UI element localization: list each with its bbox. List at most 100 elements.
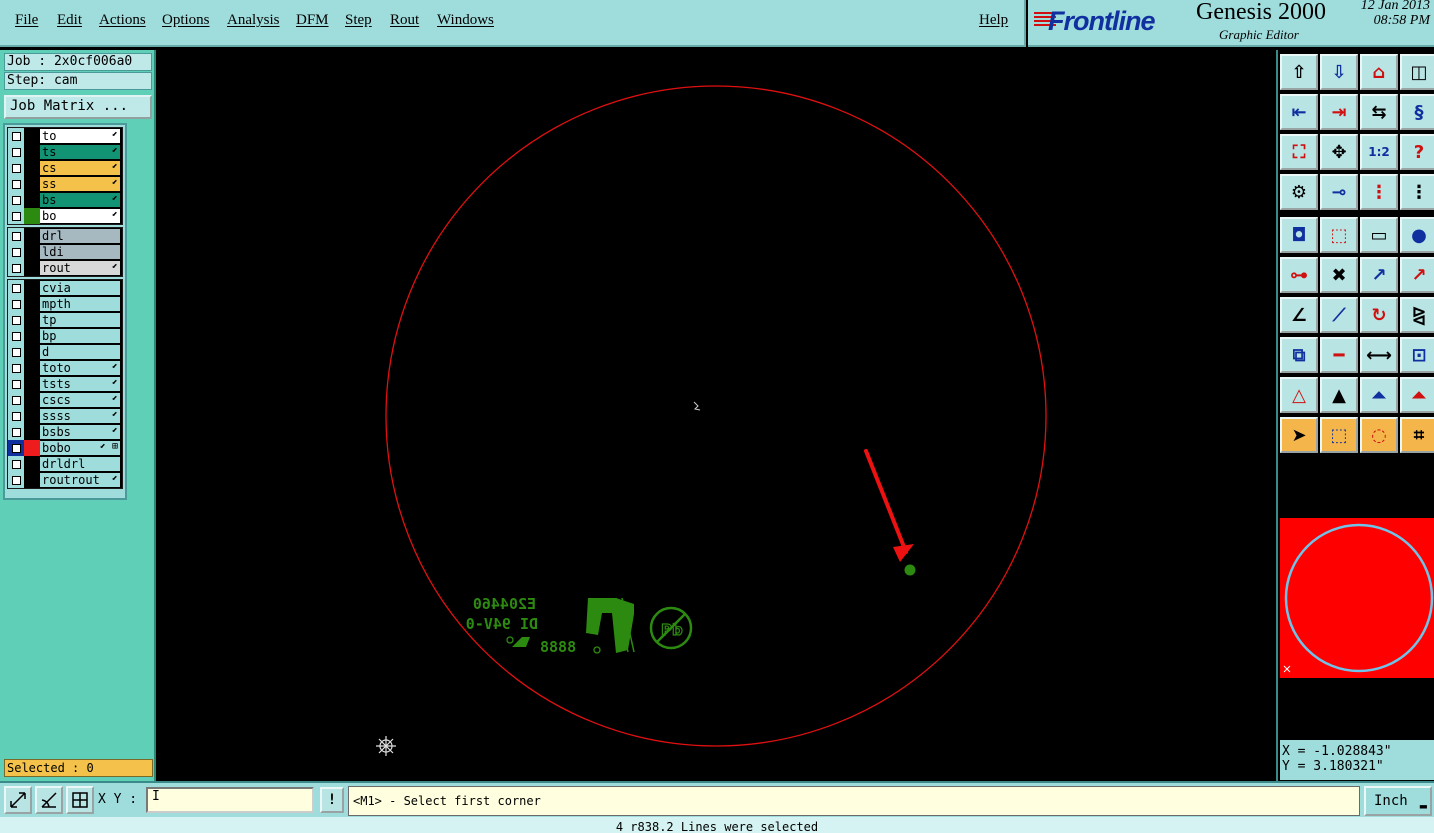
- layer-checkbox[interactable]: [8, 312, 24, 328]
- move-segment-icon[interactable]: ↗: [1400, 257, 1434, 293]
- menu-edit[interactable]: Edit: [57, 12, 82, 29]
- zoom-diagonal-icon[interactable]: [4, 786, 32, 814]
- delete-icon[interactable]: ✖: [1320, 257, 1358, 293]
- settings-icon[interactable]: ⚙: [1280, 174, 1318, 210]
- layer-color-swatch[interactable]: [24, 260, 40, 276]
- layer-color-swatch[interactable]: [24, 472, 40, 488]
- layer-color-swatch[interactable]: [24, 360, 40, 376]
- pan-left-icon[interactable]: ⇤: [1280, 94, 1318, 130]
- menu-windows[interactable]: Windows: [437, 12, 494, 29]
- layer-row-mpth[interactable]: mpth: [8, 296, 122, 312]
- layer-color-swatch[interactable]: [24, 392, 40, 408]
- layer-row-tsts[interactable]: tsts ⬋: [8, 376, 122, 392]
- rotate-icon[interactable]: ↻: [1360, 297, 1398, 333]
- layer-row-to[interactable]: to ⬋: [8, 128, 122, 144]
- graphic-canvas[interactable]: E204460 DI 94V-0 8888 Pb: [156, 50, 1276, 781]
- layer-row-cvia[interactable]: cvia: [8, 280, 122, 296]
- menu-rout[interactable]: Rout: [390, 12, 419, 29]
- arc-up-icon[interactable]: ▲: [1320, 377, 1358, 413]
- menu-options[interactable]: Options: [162, 12, 210, 29]
- layer-checkbox[interactable]: [8, 228, 24, 244]
- split-view-icon[interactable]: ◫: [1400, 54, 1434, 90]
- job-matrix-button[interactable]: Job Matrix ...: [4, 95, 152, 119]
- ratio-icon[interactable]: 1:2: [1360, 134, 1398, 170]
- layer-checkbox[interactable]: [8, 424, 24, 440]
- slope-icon[interactable]: ⟋: [1320, 297, 1358, 333]
- layer-color-swatch[interactable]: [24, 296, 40, 312]
- select-box-icon[interactable]: ⬚: [1320, 417, 1358, 453]
- layer-row-bs[interactable]: bs ⬋: [8, 192, 122, 208]
- menu-step[interactable]: Step: [345, 12, 372, 29]
- layer-color-swatch[interactable]: [24, 408, 40, 424]
- save-view-icon[interactable]: ⇩: [1320, 54, 1358, 90]
- layer-checkbox[interactable]: [8, 376, 24, 392]
- menu-help[interactable]: Help: [979, 12, 1008, 29]
- layer-color-swatch[interactable]: [24, 328, 40, 344]
- layer-color-swatch[interactable]: [24, 144, 40, 160]
- layer-checkbox[interactable]: [8, 208, 24, 224]
- layer-row-ldi[interactable]: ldi: [8, 244, 122, 260]
- copy-icon[interactable]: ⧉: [1280, 337, 1318, 373]
- layer-row-d[interactable]: d: [8, 344, 122, 360]
- layer-row-drldrl[interactable]: drldrl: [8, 456, 122, 472]
- draw-pad-icon[interactable]: ◘: [1280, 217, 1318, 253]
- group-icon[interactable]: ⊡: [1400, 337, 1434, 373]
- layer-row-bp[interactable]: bp: [8, 328, 122, 344]
- layer-color-swatch[interactable]: [24, 280, 40, 296]
- layer-checkbox[interactable]: [8, 280, 24, 296]
- ruler-icon[interactable]: ▭: [1360, 217, 1398, 253]
- layer-row-cscs[interactable]: cscs ⬋: [8, 392, 122, 408]
- layer-color-swatch[interactable]: [24, 128, 40, 144]
- layer-color-swatch[interactable]: [24, 244, 40, 260]
- layer-color-swatch[interactable]: [24, 208, 40, 224]
- angle-icon[interactable]: ∠: [1280, 297, 1318, 333]
- layer-row-ts[interactable]: ts ⬋: [8, 144, 122, 160]
- layer-checkbox[interactable]: [8, 328, 24, 344]
- via-pad[interactable]: [904, 564, 916, 576]
- break-icon[interactable]: ━: [1320, 337, 1358, 373]
- menu-file[interactable]: File: [15, 12, 38, 29]
- layer-row-ssss[interactable]: ssss ⬋: [8, 408, 122, 424]
- layer-checkbox[interactable]: [8, 344, 24, 360]
- layer-checkbox[interactable]: [8, 472, 24, 488]
- layer-checkbox[interactable]: [8, 392, 24, 408]
- layer-row-drl[interactable]: drl: [8, 228, 122, 244]
- home-view-icon[interactable]: ⌂: [1360, 54, 1398, 90]
- angle-snap-icon[interactable]: [35, 786, 63, 814]
- resize-icon[interactable]: ⟷: [1360, 337, 1398, 373]
- layer-checkbox[interactable]: [8, 244, 24, 260]
- zoom-area-icon[interactable]: ✥: [1320, 134, 1358, 170]
- layer-row-bobo[interactable]: bobo ⬋ ⊞: [8, 440, 122, 456]
- layer-checkbox[interactable]: [8, 296, 24, 312]
- layer-row-toto[interactable]: toto ⬋: [8, 360, 122, 376]
- layer-checkbox[interactable]: [8, 456, 24, 472]
- menu-analysis[interactable]: Analysis: [227, 12, 280, 29]
- layer-checkbox[interactable]: [8, 176, 24, 192]
- snap-icon[interactable]: §: [1400, 94, 1434, 130]
- select-round-icon[interactable]: ◌: [1360, 417, 1398, 453]
- layer-color-swatch[interactable]: [24, 192, 40, 208]
- arc-fill-icon[interactable]: ⏶: [1400, 377, 1434, 413]
- layer-color-swatch[interactable]: [24, 424, 40, 440]
- select-icon[interactable]: ➤: [1280, 417, 1318, 453]
- layer-color-swatch[interactable]: [24, 440, 40, 456]
- help-query-icon[interactable]: ?: [1400, 134, 1434, 170]
- layer-color-swatch[interactable]: [24, 312, 40, 328]
- arc-icon[interactable]: △: [1280, 377, 1318, 413]
- menu-dfm[interactable]: DFM: [296, 12, 329, 29]
- layer-checkbox[interactable]: [8, 260, 24, 276]
- net-icon[interactable]: ⋮: [1360, 174, 1398, 210]
- layer-color-swatch[interactable]: [24, 176, 40, 192]
- pan-right-icon[interactable]: ⇥: [1320, 94, 1358, 130]
- layer-row-tp[interactable]: tp: [8, 312, 122, 328]
- fit-screen-icon[interactable]: ⛶: [1280, 134, 1318, 170]
- layer-color-swatch[interactable]: [24, 160, 40, 176]
- xy-input[interactable]: I: [146, 787, 314, 813]
- layer-row-bo[interactable]: bo ⬋: [8, 208, 122, 224]
- menu-actions[interactable]: Actions: [99, 12, 146, 29]
- layer-row-routrout[interactable]: routrout ⬋: [8, 472, 122, 488]
- layer-checkbox[interactable]: [8, 440, 24, 456]
- layer-row-cs[interactable]: cs ⬋: [8, 160, 122, 176]
- layer-color-swatch[interactable]: [24, 228, 40, 244]
- mirror-icon[interactable]: ⧎: [1400, 297, 1434, 333]
